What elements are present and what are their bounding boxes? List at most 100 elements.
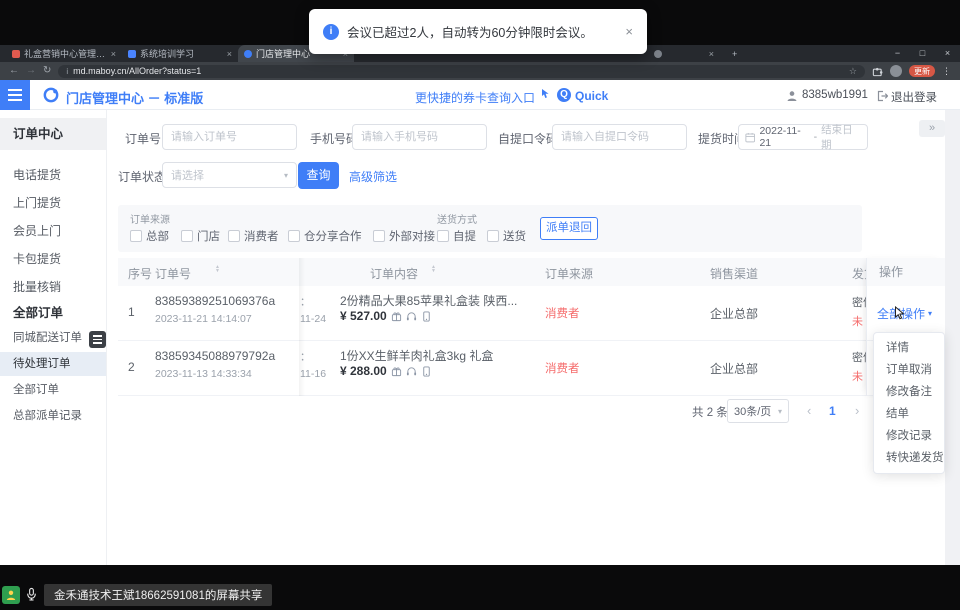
action-dropdown-menu: 详情 订单取消 修改备注 结单 修改记录 转快递发货 bbox=[873, 332, 945, 474]
sidebar-item-phone-pickup[interactable]: 电话提货 bbox=[0, 162, 106, 188]
window-minimize-icon[interactable]: − bbox=[885, 45, 910, 62]
extensions-icon[interactable] bbox=[872, 66, 883, 77]
close-icon[interactable]: × bbox=[625, 24, 633, 39]
pointer-icon bbox=[538, 88, 550, 106]
browser-tab-training[interactable]: 系统培训学习 × bbox=[122, 45, 238, 62]
order-status-select[interactable]: 请选择 ▾ bbox=[162, 162, 297, 188]
sidebar-item-card-pickup[interactable]: 卡包提货 bbox=[0, 246, 106, 272]
order-no-input[interactable] bbox=[162, 124, 297, 150]
sidebar-group-all-orders[interactable]: 全部订单 bbox=[0, 300, 106, 326]
search-button[interactable]: 查询 bbox=[298, 162, 339, 189]
collapse-panel-button[interactable]: » bbox=[919, 120, 945, 137]
page-number[interactable]: 1 bbox=[829, 404, 836, 418]
main-content: » 订单号 手机号码 自提口令码 提货时间 2022-11-21 - 结束日期 … bbox=[107, 110, 945, 565]
checkbox-icon[interactable] bbox=[437, 230, 449, 242]
pagination-total: 共 2 条 bbox=[692, 404, 728, 420]
browser-update-badge[interactable]: 更新 bbox=[909, 65, 935, 77]
phone-input[interactable] bbox=[352, 124, 487, 150]
browser-profile-avatar[interactable] bbox=[890, 65, 902, 77]
checkbox-label: 总部 bbox=[146, 228, 169, 244]
row-order-time: 2023-11-21 14:14:07 bbox=[155, 313, 252, 325]
username-label[interactable]: 8385wb1991 bbox=[802, 89, 868, 101]
reload-icon[interactable]: ↻ bbox=[43, 62, 51, 80]
menu-item-cancel-order[interactable]: 订单取消 bbox=[874, 359, 944, 381]
col-order-no: 订单号 bbox=[155, 265, 191, 282]
checkbox-consumer[interactable]: 消费者 bbox=[228, 228, 279, 244]
checkbox-icon[interactable] bbox=[228, 230, 240, 242]
row-channel: 企业总部 bbox=[710, 360, 758, 377]
service-headset-icon bbox=[406, 311, 417, 322]
quick-link[interactable]: Quick bbox=[575, 89, 608, 103]
checkbox-store[interactable]: 门店 bbox=[181, 228, 220, 244]
checkbox-headquarters[interactable]: 总部 bbox=[130, 228, 169, 244]
browser-menu-icon[interactable]: ⋮ bbox=[942, 66, 951, 77]
page-size-select[interactable]: 30条/页 ▾ bbox=[727, 399, 789, 423]
row-order-no: 83859345088979792a bbox=[155, 349, 275, 363]
address-box[interactable]: i md.maboy.cn/AllOrder?status=1 ☆ bbox=[58, 65, 865, 78]
pickup-code-input[interactable] bbox=[552, 124, 687, 150]
browser-tab-gift-marketing[interactable]: 礼盒营销中心管理中心 × bbox=[6, 45, 122, 62]
sidebar-item-pending-orders[interactable]: 待处理订单 bbox=[0, 352, 106, 376]
checkbox-icon[interactable] bbox=[130, 230, 142, 242]
date-range-picker[interactable]: 2022-11-21 - 结束日期 bbox=[738, 124, 868, 150]
col-content: 订单内容 bbox=[370, 265, 418, 282]
quick-q-icon[interactable]: Q bbox=[557, 88, 571, 102]
table-row[interactable]: 1 83859389251069376a 2023-11-21 14:14:07… bbox=[118, 286, 866, 341]
dispatch-return-button[interactable]: 派单退回 bbox=[540, 217, 598, 240]
sort-icon[interactable]: ▲▼ bbox=[431, 265, 436, 273]
checkbox-icon[interactable] bbox=[288, 230, 300, 242]
col-source: 订单来源 bbox=[545, 265, 593, 282]
row-content: 2份精品大果85苹果礼盒装 陕西... bbox=[340, 292, 517, 309]
checkbox-icon[interactable] bbox=[487, 230, 499, 242]
end-date-placeholder[interactable]: 结束日期 bbox=[821, 122, 861, 152]
browser-tab-partial[interactable]: × bbox=[648, 45, 720, 62]
new-tab-button[interactable]: + bbox=[726, 45, 743, 62]
checkbox-delivery[interactable]: 送货 bbox=[487, 228, 526, 244]
window-close-icon[interactable]: × bbox=[935, 45, 960, 62]
tab-close-icon[interactable]: × bbox=[227, 49, 232, 59]
checkbox-external[interactable]: 外部对接 bbox=[373, 228, 435, 244]
sidebar-group-order-center: 订单中心 bbox=[0, 118, 106, 150]
sidebar-item-door-pickup[interactable]: 上门提货 bbox=[0, 190, 106, 216]
sidebar-item-member-visit[interactable]: 会员上门 bbox=[0, 218, 106, 244]
menu-item-close-order[interactable]: 结单 bbox=[874, 403, 944, 425]
checkbox-self-pickup[interactable]: 自提 bbox=[437, 228, 476, 244]
prev-page-icon[interactable]: ‹ bbox=[807, 403, 811, 418]
menu-item-details[interactable]: 详情 bbox=[874, 337, 944, 359]
advanced-filter-link[interactable]: 高级筛选 bbox=[349, 168, 397, 185]
site-info-icon[interactable]: i bbox=[66, 67, 68, 76]
next-page-icon[interactable]: › bbox=[855, 403, 859, 418]
checkbox-icon[interactable] bbox=[373, 230, 385, 242]
menu-item-edit-history[interactable]: 修改记录 bbox=[874, 425, 944, 447]
coupon-query-link[interactable]: 更快捷的券卡查询入口 bbox=[415, 89, 535, 106]
back-icon[interactable]: ← bbox=[9, 62, 19, 80]
table-row[interactable]: 2 83859345088979792a 2023-11-13 14:33:34… bbox=[118, 341, 866, 396]
start-date-value[interactable]: 2022-11-21 bbox=[759, 125, 809, 149]
sidebar-item-hq-dispatch-log[interactable]: 总部派单记录 bbox=[0, 404, 106, 428]
logout-button[interactable]: 退出登录 bbox=[891, 89, 937, 105]
sidebar-item-batch-verify[interactable]: 批量核销 bbox=[0, 274, 106, 300]
forward-icon[interactable]: → bbox=[26, 62, 36, 80]
bookmark-star-icon[interactable]: ☆ bbox=[849, 66, 857, 77]
row-order-no: 83859389251069376a bbox=[155, 294, 275, 308]
page-title: 门店管理中心 － 标准版 bbox=[66, 88, 203, 107]
window-controls: − □ × bbox=[885, 45, 960, 62]
menu-item-edit-note[interactable]: 修改备注 bbox=[874, 381, 944, 403]
menu-item-express-ship[interactable]: 转快递发货 bbox=[874, 447, 944, 469]
fixed-column-shadow bbox=[299, 258, 305, 396]
tab-close-icon[interactable]: × bbox=[709, 49, 714, 59]
window-maximize-icon[interactable]: □ bbox=[910, 45, 935, 62]
row-price-line: ¥ 288.00 bbox=[340, 364, 432, 378]
tab-close-icon[interactable]: × bbox=[111, 49, 116, 59]
browser-url-bar: ← → ↻ i md.maboy.cn/AllOrder?status=1 ☆ … bbox=[0, 62, 960, 80]
col-ship: 发货 bbox=[852, 265, 866, 282]
service-headset-icon bbox=[406, 366, 417, 377]
hamburger-menu-button[interactable] bbox=[0, 80, 30, 110]
sidebar-item-all-orders[interactable]: 全部订单 bbox=[0, 378, 106, 402]
checkbox-icon[interactable] bbox=[181, 230, 193, 242]
checkbox-warehouse-share[interactable]: 仓分享合作 bbox=[288, 228, 362, 244]
microphone-icon[interactable] bbox=[25, 587, 38, 607]
sidebar-drag-handle[interactable] bbox=[89, 331, 106, 348]
url-text: md.maboy.cn/AllOrder?status=1 bbox=[73, 66, 844, 76]
sort-icon[interactable]: ▲▼ bbox=[215, 265, 220, 273]
